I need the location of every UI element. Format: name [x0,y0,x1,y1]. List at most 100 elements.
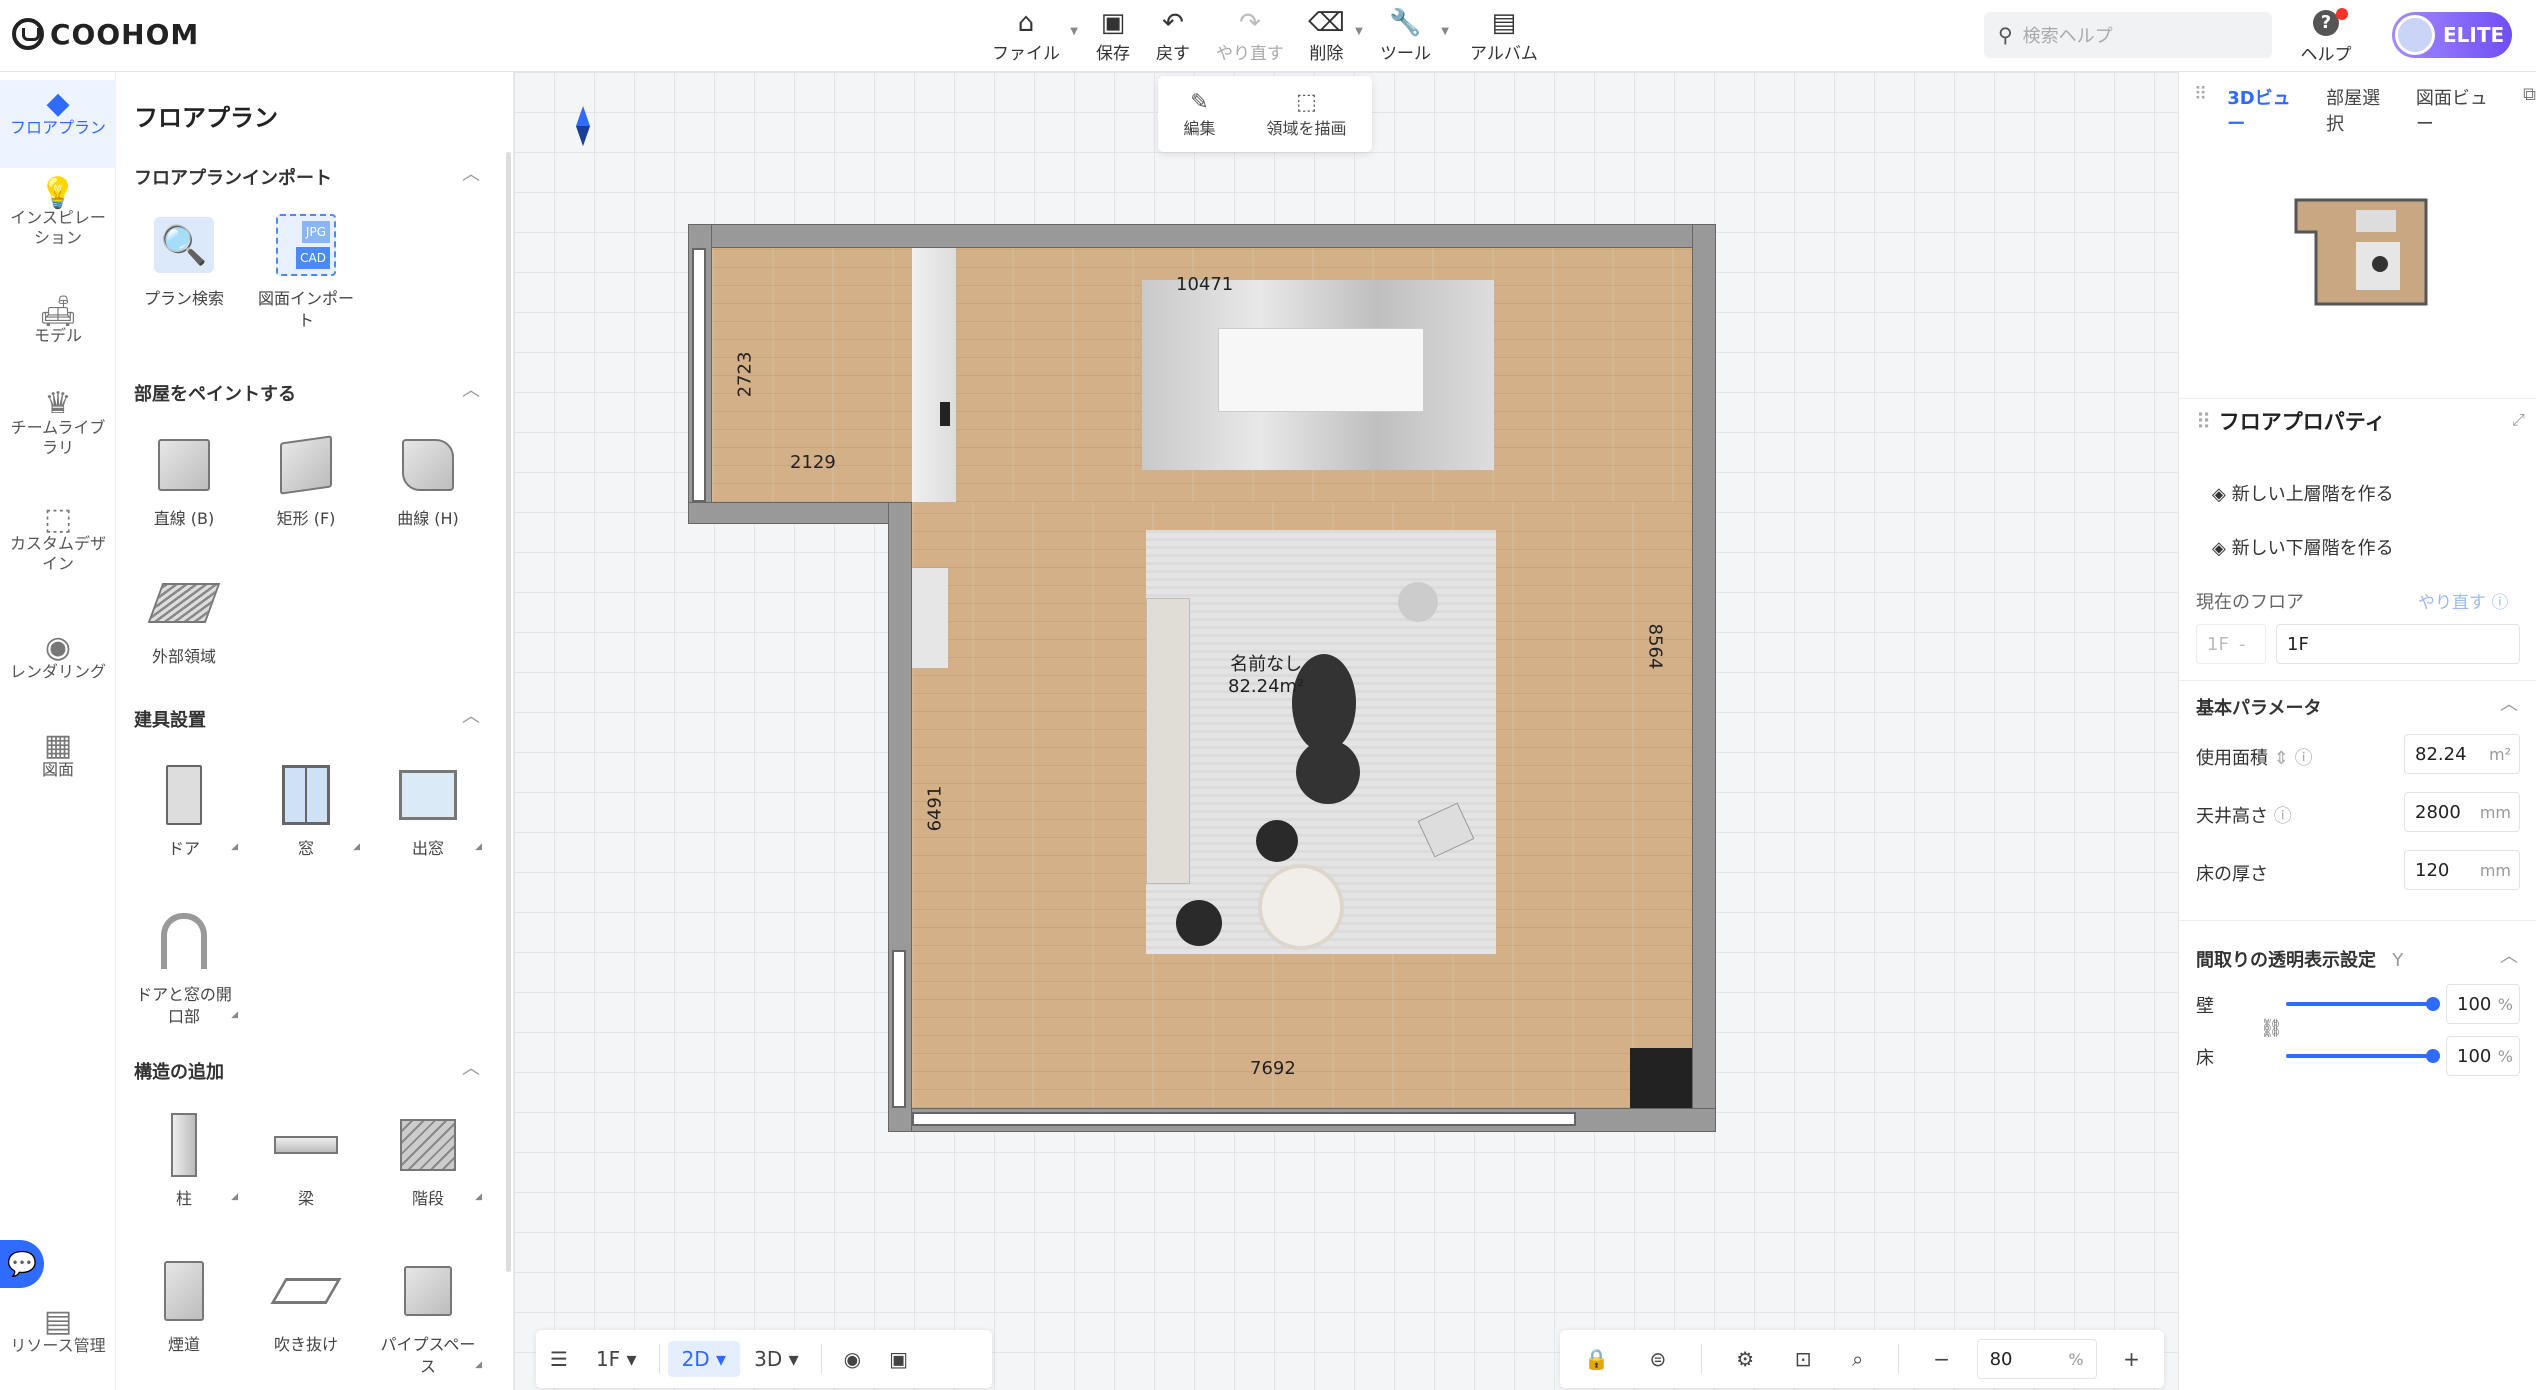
layers-icon[interactable]: ☰ [536,1341,582,1377]
appliance[interactable] [940,402,950,426]
wall-opacity-slider[interactable] [2286,997,2440,1011]
wall-opacity-input[interactable]: 100 % [2446,984,2520,1024]
sofa[interactable] [1146,598,1190,884]
tab-drawing-view[interactable]: 図面ビュー [2416,84,2503,136]
mode-2d-button[interactable]: 2D ▾ [667,1341,741,1377]
collapse-icon[interactable]: ︿ [2500,942,2518,968]
rail-item-floorplan[interactable]: ◆ フロアプラン [0,80,116,168]
new-lower-floor-button[interactable]: ◈ 新しい下層階を作る [2212,534,2394,560]
rail-item-model[interactable]: 🛋 モデル [0,297,116,346]
undo-button[interactable]: ↶ 戻す [1156,8,1190,64]
room-label[interactable]: 名前なし 82.24m² [1228,654,1304,698]
drawing-import-tool[interactable]: JPG CAD 図面インポート [248,212,364,332]
plan-search-tool[interactable]: 🔍 プラン検索 [126,212,242,310]
kitchen-counter[interactable] [912,248,956,502]
draw-area-button[interactable]: ⬚ 領域を描画 [1266,90,1346,139]
tools-menu-button[interactable]: 🔧 ツール ▼ [1380,8,1449,64]
ceiling-height-input[interactable]: 2800 mm [2404,792,2520,832]
window-bottom[interactable] [912,1112,1576,1126]
rect-wall-tool[interactable]: 矩形 (F) [248,432,364,530]
panel-scrollbar[interactable] [506,152,511,1272]
lock-icon[interactable]: 🔒 [1570,1341,1623,1377]
help-search-input[interactable]: ⚲ 検索ヘルプ [1984,12,2272,58]
collapse-icon[interactable]: ︿ [2500,690,2518,716]
sort-icon[interactable]: ⇕ [2274,748,2289,769]
save-button[interactable]: ▣ 保存 [1096,8,1130,64]
wall-right[interactable] [1692,224,1716,1132]
exterior-area-tool[interactable]: 外部領域 [126,570,242,668]
minimap-3d-preview[interactable] [2286,192,2436,308]
window-tool[interactable]: 窓 ◢ [248,762,364,860]
floor-lamp[interactable] [1398,582,1438,622]
cube-icon[interactable]: ▣ [875,1341,922,1377]
column-tool[interactable]: 柱 ◢ [126,1112,242,1210]
redo-link[interactable]: やり直す ⓘ [2418,588,2508,613]
collapse-icon[interactable]: ︿ [462,702,480,728]
usable-area-input[interactable]: 82.24 m² [2404,734,2520,774]
rail-item-inspiration[interactable]: 💡 インスピレーション [0,179,116,248]
zoom-out-button[interactable]: − [1919,1341,1964,1377]
collapse-icon[interactable]: ︿ [462,376,480,402]
window-left[interactable] [692,248,706,502]
dining-table[interactable] [1218,328,1424,412]
collapse-icon[interactable]: ︿ [462,1054,480,1080]
stairs-tool[interactable]: 階段 ◢ [370,1112,486,1210]
pouf[interactable] [1258,864,1344,950]
window-left-lower[interactable] [892,950,906,1108]
bay-window-tool[interactable]: 出窓 ◢ [370,762,486,860]
rail-item-team-library[interactable]: ♛ チームライブラリ [0,389,116,458]
tab-3d-view[interactable]: 3Dビュー [2227,84,2306,136]
coffee-table-small[interactable] [1296,740,1360,804]
straight-wall-tool[interactable]: 直線 (B) [126,432,242,530]
delete-button[interactable]: ⌫ 削除 ▼ [1308,8,1363,64]
drag-handle-icon[interactable]: ⠿ [2194,84,2207,136]
floor-opacity-knob[interactable] [2426,1049,2440,1063]
floor-selector[interactable]: 1F ▾ [582,1341,651,1377]
link-icon[interactable]: ⛓ [2260,1018,2283,1039]
floor-opacity-slider[interactable] [2286,1049,2440,1063]
new-upper-floor-button[interactable]: ◈ 新しい上層階を作る [2212,480,2394,506]
floor-opacity-input[interactable]: 100 % [2446,1036,2520,1076]
floor-thickness-input[interactable]: 120 mm [2404,850,2520,890]
void-tool[interactable]: 吹き抜け [248,1258,364,1356]
drag-handle-icon[interactable]: ⠿ [2196,410,2211,434]
rail-item-rendering[interactable]: ◉ レンダリング [0,633,116,682]
expand-icon[interactable]: ⤢ [2512,410,2525,430]
rail-item-drawing[interactable]: ▦ 図面 [0,731,116,780]
side-cabinet[interactable] [912,568,948,668]
mode-3d-button[interactable]: 3D ▾ [740,1341,813,1377]
rail-item-custom-design[interactable]: ⬚ カスタムデザイン [0,505,116,574]
redo-button[interactable]: ↷ やり直す [1216,8,1284,64]
view-settings-icon[interactable]: ⚙ [1722,1341,1768,1377]
chimney-tool[interactable]: 煙道 [126,1258,242,1356]
opening-tool[interactable]: ドアと窓の開口部 ◢ [126,908,242,1028]
zoom-area-icon[interactable]: ⌕ [1838,1341,1877,1377]
zoom-in-button[interactable]: + [2109,1341,2154,1377]
floor-plan[interactable]: 名前なし 82.24m² 10471 2723 2129 8564 6491 7… [688,224,1716,1132]
pipe-space-tool[interactable]: パイプスペース ◢ [370,1258,486,1378]
eye-icon[interactable]: ◉ [830,1341,875,1377]
wall-top[interactable] [688,224,1716,248]
popout-icon[interactable]: ⧉ [2523,84,2536,136]
help-button[interactable]: ? ヘルプ [2296,8,2356,65]
coohom-logo[interactable]: COOHOM [12,14,199,54]
beam-tool[interactable]: 梁 [248,1112,364,1210]
wall-ledge[interactable] [688,502,912,524]
toggle-icon[interactable]: ⊜ [1635,1341,1680,1377]
column-block[interactable] [1630,1048,1692,1108]
collapse-icon[interactable]: ︿ [462,160,480,186]
zoom-input[interactable]: 80 % [1976,1339,2097,1379]
door-tool[interactable]: ドア ◢ [126,762,242,860]
floor-code-input[interactable]: 1F - [2196,624,2266,664]
floor-name-input[interactable]: 1F [2276,624,2520,664]
side-table[interactable] [1256,820,1298,862]
wall-opacity-knob[interactable] [2426,997,2440,1011]
fit-screen-icon[interactable]: ⊡ [1781,1341,1826,1377]
rail-item-resource[interactable]: ▤ リソース管理 [0,1307,116,1356]
account-elite-badge[interactable]: ELITE [2392,12,2512,58]
album-button[interactable]: ▤ アルバム [1470,8,1538,64]
tab-room-select[interactable]: 部屋選択 [2326,84,2396,136]
edit-button[interactable]: ✎ 編集 [1183,90,1215,139]
side-table-2[interactable] [1176,900,1222,946]
compass-icon[interactable] [576,106,590,146]
